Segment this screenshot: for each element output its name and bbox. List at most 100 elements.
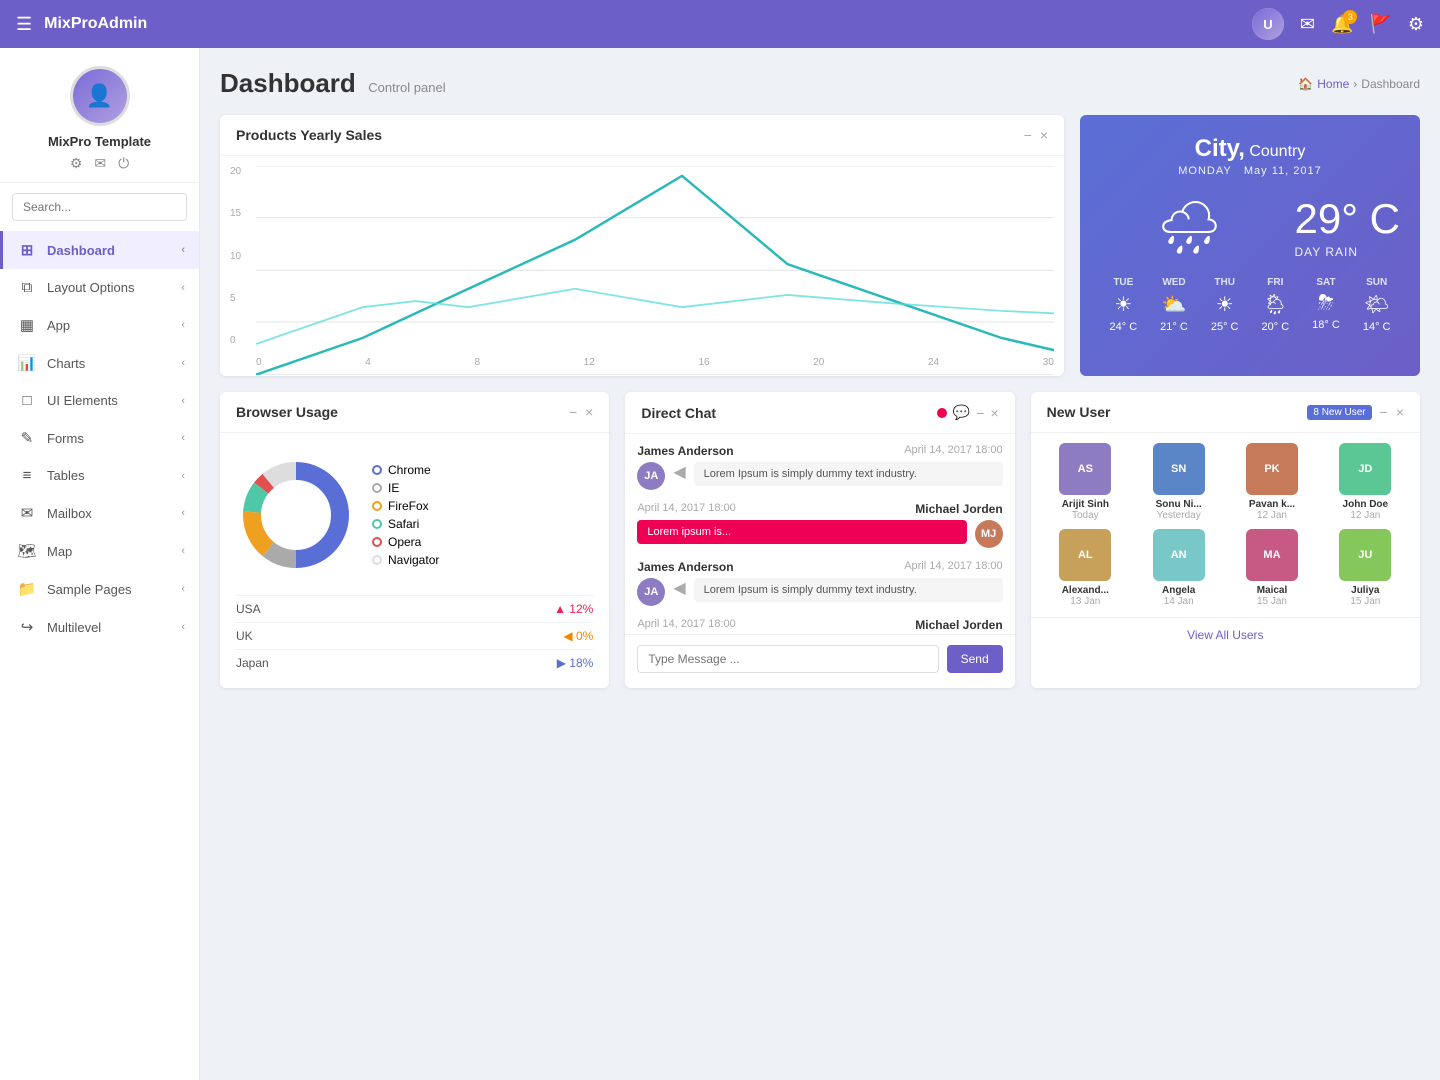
forecast-tue: TUE ☀ 24° C [1100,277,1147,333]
donut-legend: Chrome IE FireFox [372,463,439,567]
sidebar-profile-icons: ⚙ ✉ ⏻ [70,155,129,172]
map-icon: 🗺 [17,542,37,560]
close-icon[interactable]: × [585,404,593,420]
chat-sender-name: Michael Jorden [915,502,1002,516]
sidebar-item-label: Tables [47,468,171,483]
weather-country: Country [1249,143,1305,160]
ie-label: IE [388,481,399,495]
flag-icon[interactable]: 🚩 [1369,14,1391,35]
view-all-users-button[interactable]: View All Users [1031,617,1420,652]
user-item[interactable]: JU Juliya 15 Jan [1323,529,1408,607]
layout-icon: ⧉ [17,279,37,296]
close-icon[interactable]: × [1040,127,1048,143]
new-user-badge: 8 New User [1307,405,1371,420]
chrome-label: Chrome [388,463,431,477]
chat-msg-time: April 14, 2017 18:00 [637,618,735,632]
profile-power-icon[interactable]: ⏻ [118,155,129,172]
breadcrumb-current: Dashboard [1361,77,1420,91]
sidebar-item-forms[interactable]: ✎ Forms ‹ [0,419,199,457]
forecast-wed: WED ⛅ 21° C [1151,277,1198,333]
chat-msg-header: April 14, 2017 18:00 Michael Jorden [637,618,1002,632]
hamburger-icon[interactable]: ☰ [16,14,32,35]
user-date: Today [1043,510,1128,521]
forecast-sun: SUN 🌤 14° C [1353,277,1400,333]
chat-card-header: Direct Chat 💬 − × [625,392,1014,434]
user-avatar-img: AN [1153,529,1205,581]
user-item[interactable]: MA Maical 15 Jan [1229,529,1314,607]
close-icon[interactable]: × [1396,404,1404,420]
minimize-icon[interactable]: − [569,404,577,420]
chrome-dot [372,465,382,475]
user-avatar[interactable]: U [1252,8,1284,40]
usage-row-uk: UK ◀ 0% [236,622,593,649]
new-user-card: New User 8 New User − × AS Arijit Sinh T… [1031,392,1420,688]
mail-icon[interactable]: ✉ [1300,14,1315,35]
new-user-card-title: New User [1047,404,1111,420]
minimize-icon[interactable]: − [1380,404,1388,420]
settings-icon[interactable]: ⚙ [1408,14,1424,35]
close-icon[interactable]: × [990,405,998,421]
weather-temp-area: 29° C DAY RAIN [1294,195,1400,259]
search-input[interactable] [12,193,187,221]
chat-msg-body: MJ Lorem ipsum is... [637,520,1002,548]
user-item[interactable]: AN Angela 14 Jan [1136,529,1221,607]
sidebar-avatar: 👤 [70,66,130,126]
sidebar-item-sample[interactable]: 📁 Sample Pages ‹ [0,570,199,608]
minimize-icon[interactable]: − [976,405,984,421]
country-label: UK [236,629,253,643]
breadcrumb-home-icon: 🏠 [1298,77,1313,91]
user-item[interactable]: JD John Doe 12 Jan [1323,443,1408,521]
chart-card-title: Products Yearly Sales [236,127,382,143]
user-item[interactable]: PK Pavan k... 12 Jan [1229,443,1314,521]
user-item[interactable]: SN Sonu Ni... Yesterday [1136,443,1221,521]
bell-icon[interactable]: 🔔 3 [1331,14,1353,35]
y-label: 5 [230,293,241,304]
country-label: Japan [236,656,269,670]
content-area: Dashboard Control panel 🏠 Home › Dashboa… [200,48,1440,1080]
profile-settings-icon[interactable]: ⚙ [70,155,83,172]
chat-message-input[interactable] [637,645,938,673]
sidebar-item-map[interactable]: 🗺 Map ‹ [0,532,199,570]
usage-row-japan: Japan ▶ 18% [236,649,593,676]
user-item[interactable]: AL Alexand... 13 Jan [1043,529,1128,607]
sidebar-item-label: Layout Options [47,280,171,295]
profile-mail-icon[interactable]: ✉ [94,155,106,172]
bell-badge: 3 [1343,10,1357,24]
sidebar-item-tables[interactable]: ≡ Tables ‹ [0,457,199,494]
chevron-icon: ‹ [181,395,185,407]
user-name: Arijit Sinh [1043,499,1128,510]
new-user-card-header: New User 8 New User − × [1031,392,1420,433]
weather-city: City, [1195,135,1245,162]
weather-icon-area: 🌧 [1100,197,1278,258]
user-item[interactable]: AS Arijit Sinh Today [1043,443,1128,521]
send-button[interactable]: Send [947,645,1003,673]
sidebar-item-ui[interactable]: □ UI Elements ‹ [0,382,199,419]
ie-dot [372,483,382,493]
breadcrumb-home-link[interactable]: Home [1317,77,1349,91]
usage-value: ◀ 0% [563,629,593,643]
user-name: Sonu Ni... [1136,499,1221,510]
sidebar-item-multilevel[interactable]: ↪ Multilevel ‹ [0,608,199,646]
y-label: 0 [230,335,241,346]
sidebar-item-layout[interactable]: ⧉ Layout Options ‹ [0,269,199,306]
chat-arrow: ◀ [673,578,685,598]
chat-msg-time: April 14, 2017 18:00 [904,444,1002,458]
x-label: 24 [928,357,939,368]
minimize-icon[interactable]: − [1024,127,1032,143]
browser-card-body: Chrome IE FireFox [220,433,609,688]
topnav: ☰ MixProAdmin U ✉ 🔔 3 🚩 ⚙ [0,0,1440,48]
chevron-icon: ‹ [181,507,185,519]
sidebar-item-label: App [47,318,171,333]
navigator-label: Navigator [388,553,439,567]
user-grid: AS Arijit Sinh Today SN Sonu Ni... Yeste… [1031,433,1420,617]
sidebar-item-mailbox[interactable]: ✉ Mailbox ‹ [0,494,199,532]
chat-arrow: ◀ [673,462,685,482]
sidebar-item-charts[interactable]: 📊 Charts ‹ [0,344,199,382]
usage-table: USA ▲ 12% UK ◀ 0% Japan ▶ 18% [236,595,593,676]
user-date: 15 Jan [1229,596,1314,607]
page-title: Dashboard [220,68,356,98]
sidebar-item-dashboard[interactable]: ⊞ Dashboard ‹ [0,231,199,269]
chat-header-icons: 💬 − × [937,404,999,421]
sidebar-item-app[interactable]: ▦ App ‹ [0,306,199,344]
avatar-image: 👤 [73,69,127,123]
